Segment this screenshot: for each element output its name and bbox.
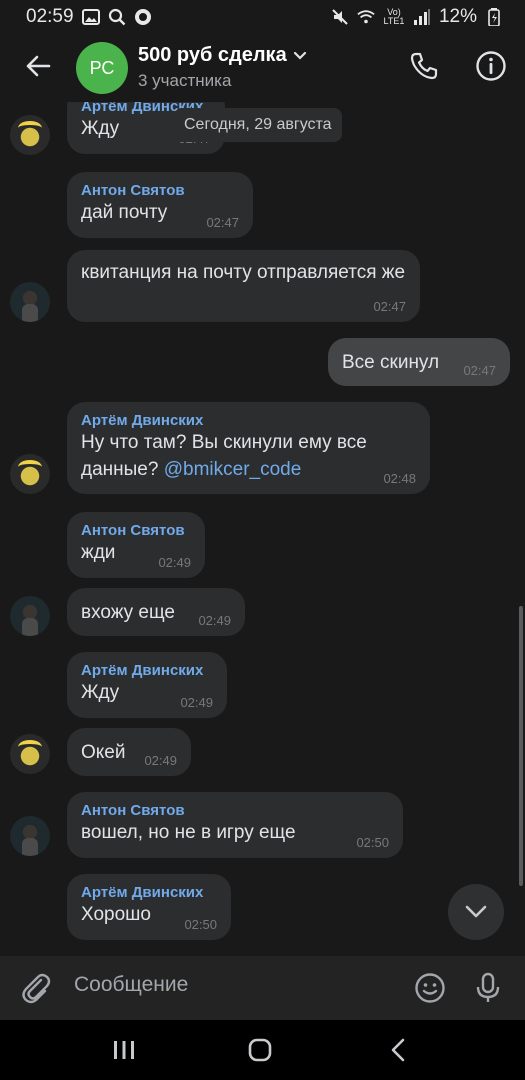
message-time: 02:49 xyxy=(180,695,213,710)
message-list[interactable]: Артём Двинских Жду 02:47 Сегодня, 29 авг… xyxy=(0,102,525,956)
emoji-icon xyxy=(415,973,445,1003)
scrollbar[interactable] xyxy=(519,606,523,886)
wifi-icon xyxy=(357,8,375,26)
message-bubble[interactable]: квитанция на почту отправляется же 02:47 xyxy=(67,250,420,322)
message-bubble[interactable]: вхожу еще 02:49 xyxy=(67,588,245,636)
message-text: квитанция на почту отправляется же xyxy=(81,262,406,283)
message-sender: Артём Двинских xyxy=(81,884,204,901)
scroll-down-button[interactable] xyxy=(448,884,504,940)
status-bar: 02:59 Vo) LTE1 12% xyxy=(0,0,525,34)
app-notification-icon xyxy=(134,8,152,26)
message-time: 02:49 xyxy=(144,753,177,768)
chevron-down-icon xyxy=(293,51,306,60)
info-icon xyxy=(476,51,506,81)
message-sender: Антон Святов xyxy=(81,522,185,539)
recent-apps-button[interactable] xyxy=(104,1034,144,1066)
chevron-down-icon xyxy=(465,905,487,918)
home-button[interactable] xyxy=(240,1034,280,1066)
back-icon xyxy=(391,1038,405,1062)
chat-title-area[interactable]: 500 руб сделка 3 участника xyxy=(138,44,307,91)
group-avatar[interactable]: РС xyxy=(76,42,128,94)
message-sender: Артём Двинских xyxy=(81,662,204,679)
home-icon xyxy=(248,1038,272,1062)
message-bubble[interactable]: Окей 02:49 xyxy=(67,728,191,776)
message-text-wrap: Ну что там? Вы скинули ему все данные? @… xyxy=(81,429,401,483)
message-bubble[interactable]: Артём Двинских Жду 02:49 xyxy=(67,652,227,718)
message-bubble[interactable]: Антон Святов вошел, но не в игру еще 02:… xyxy=(67,792,403,858)
avatar[interactable] xyxy=(10,816,50,856)
message-input[interactable]: Сообщение xyxy=(74,973,188,997)
microphone-icon xyxy=(476,972,500,1002)
message-bubble[interactable]: Антон Святов дай почту 02:47 xyxy=(67,172,253,238)
voice-message-button[interactable] xyxy=(470,970,506,1006)
paperclip-icon xyxy=(22,973,51,1004)
search-icon xyxy=(108,8,126,26)
message-bubble-outgoing[interactable]: Все скинул 02:47 xyxy=(328,338,510,386)
message-composer: Сообщение xyxy=(0,956,525,1020)
battery-icon xyxy=(485,8,503,26)
signal-icon xyxy=(413,8,431,26)
recent-apps-icon xyxy=(114,1041,134,1059)
message-sender: Антон Святов xyxy=(81,182,185,199)
call-button[interactable] xyxy=(406,48,442,84)
phone-icon xyxy=(410,52,438,80)
mention-link[interactable]: @bmikcer_code xyxy=(164,459,302,480)
message-time: 02:47 xyxy=(373,299,406,314)
message-time: 02:47 xyxy=(206,215,239,230)
avatar[interactable] xyxy=(10,282,50,322)
emoji-button[interactable] xyxy=(412,970,448,1006)
attach-button[interactable] xyxy=(18,970,54,1006)
message-bubble[interactable]: Артём Двинских Ну что там? Вы скинули ем… xyxy=(67,402,430,494)
message-bubble[interactable]: Артём Двинских Хорошо 02:50 xyxy=(67,874,231,940)
system-nav-bar xyxy=(0,1020,525,1080)
status-right: Vo) LTE1 12% xyxy=(331,6,503,28)
gallery-icon xyxy=(81,8,100,26)
back-button[interactable] xyxy=(18,46,58,86)
status-time: 02:59 xyxy=(26,6,74,27)
chat-title: 500 руб сделка xyxy=(138,44,287,66)
chat-header: РС 500 руб сделка 3 участника xyxy=(0,34,525,102)
network-label: Vo) LTE1 xyxy=(383,7,405,26)
avatar[interactable] xyxy=(10,115,50,155)
message-sender: Антон Святов xyxy=(81,802,185,819)
message-bubble[interactable]: Антон Святов жди 02:49 xyxy=(67,512,205,578)
message-time: 02:50 xyxy=(356,835,389,850)
info-button[interactable] xyxy=(473,48,509,84)
message-text: вошел, но не в игру еще xyxy=(81,822,296,843)
back-nav-button[interactable] xyxy=(378,1034,418,1066)
battery-percent: 12% xyxy=(438,6,477,27)
chat-title-row: 500 руб сделка xyxy=(138,44,307,67)
message-time: 02:48 xyxy=(383,471,416,486)
chat-subtitle: 3 участника xyxy=(138,71,232,90)
avatar[interactable] xyxy=(10,454,50,494)
message-time: 02:50 xyxy=(184,917,217,932)
status-left: 02:59 xyxy=(26,6,152,28)
date-badge: Сегодня, 29 августа xyxy=(174,108,342,142)
message-time: 02:49 xyxy=(158,555,191,570)
message-time: 02:49 xyxy=(198,613,231,628)
avatar[interactable] xyxy=(10,596,50,636)
message-sender: Артём Двинских xyxy=(81,412,204,429)
arrow-left-icon xyxy=(26,55,51,77)
message-time: 02:47 xyxy=(463,363,496,378)
avatar[interactable] xyxy=(10,734,50,774)
mute-icon xyxy=(331,8,349,26)
